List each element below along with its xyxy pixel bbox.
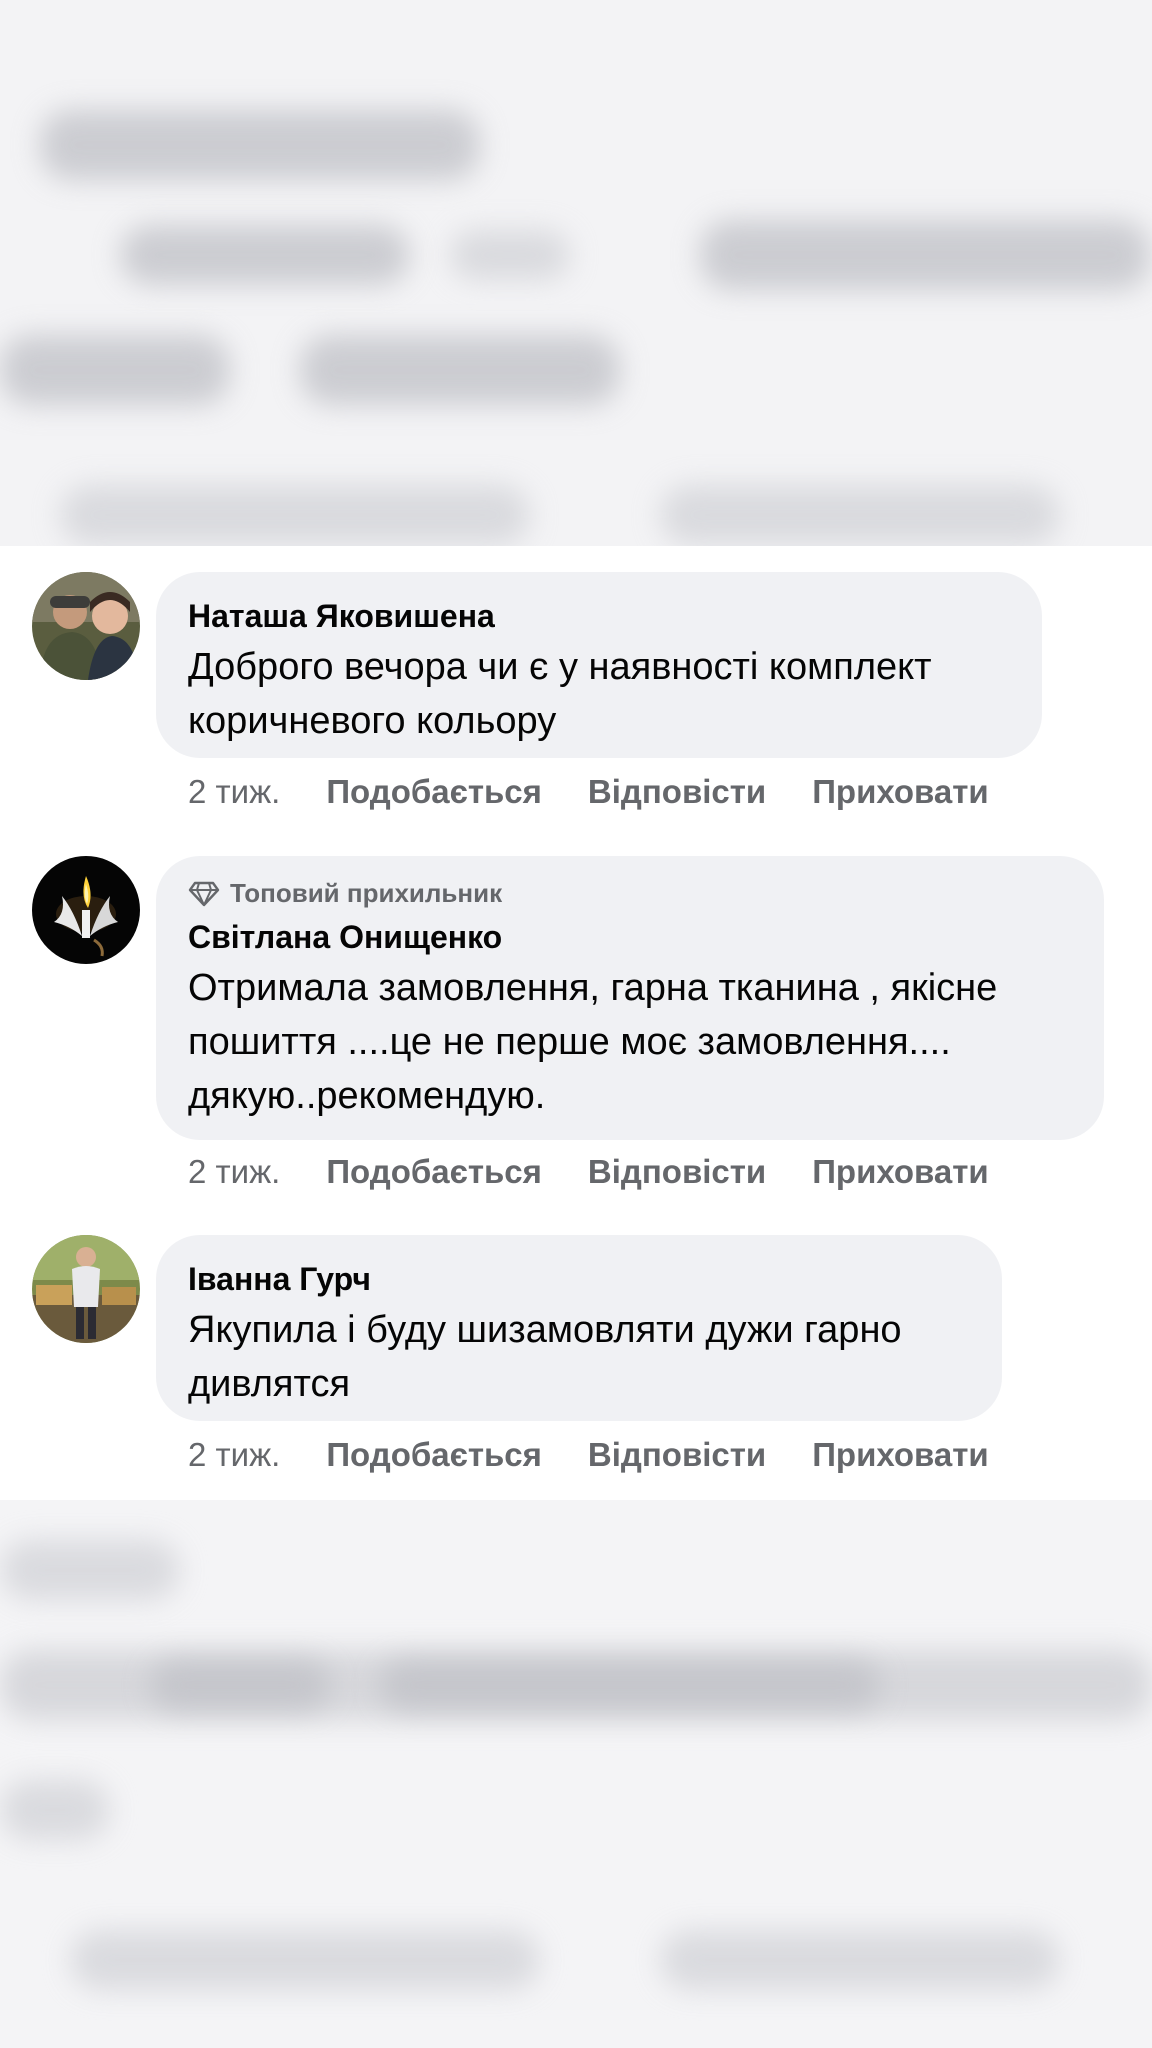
comment-time[interactable]: 2 тиж.	[188, 1436, 280, 1474]
badge-label: Топовий прихильник	[230, 878, 503, 908]
reply-button[interactable]: Відповісти	[588, 1436, 766, 1474]
comments-list: Наташа Яковишена Доброго вечора чи є у н…	[0, 546, 1152, 1500]
comment-actions: 2 тиж. Подобається Відповісти Приховати	[188, 1435, 1035, 1475]
diamond-icon	[188, 881, 220, 907]
comment-time[interactable]: 2 тиж.	[188, 1153, 280, 1191]
like-button[interactable]: Подобається	[326, 773, 542, 811]
comment-actions: 2 тиж. Подобається Відповісти Приховати	[188, 1152, 1035, 1192]
comment-text: Доброго вечора чи є у наявності комплект…	[188, 646, 932, 742]
blurred-next-content	[0, 1500, 1152, 2048]
comment-text: Якупила і буду шизамовляти дужи гарно ди…	[188, 1309, 902, 1405]
comment-bubble[interactable]: Топовий прихильник Світлана Онищенко Отр…	[156, 856, 1104, 1140]
comment-actions: 2 тиж. Подобається Відповісти Приховати	[188, 772, 1035, 812]
like-button[interactable]: Подобається	[326, 1153, 542, 1191]
comment-time[interactable]: 2 тиж.	[188, 773, 280, 811]
comment-author[interactable]: Наташа Яковишена	[188, 596, 1010, 636]
blurred-previous-content	[0, 0, 1152, 546]
comment-author[interactable]: Світлана Онищенко	[188, 917, 1072, 957]
like-button[interactable]: Подобається	[326, 1436, 542, 1474]
avatar[interactable]	[32, 1235, 140, 1343]
comment-bubble[interactable]: Наташа Яковишена Доброго вечора чи є у н…	[156, 572, 1042, 758]
comment-bubble[interactable]: Іванна Гурч Якупила і буду шизамовляти д…	[156, 1235, 1002, 1421]
reply-button[interactable]: Відповісти	[588, 1153, 766, 1191]
hide-button[interactable]: Приховати	[812, 773, 989, 811]
hide-button[interactable]: Приховати	[812, 1153, 989, 1191]
top-fan-badge: Топовий прихильник	[188, 878, 1072, 909]
avatar[interactable]	[32, 572, 140, 680]
avatar[interactable]	[32, 856, 140, 964]
comment-author[interactable]: Іванна Гурч	[188, 1259, 970, 1299]
comment-text: Отримала замовлення, гарна тканина , які…	[188, 967, 998, 1117]
hide-button[interactable]: Приховати	[812, 1436, 989, 1474]
reply-button[interactable]: Відповісти	[588, 773, 766, 811]
